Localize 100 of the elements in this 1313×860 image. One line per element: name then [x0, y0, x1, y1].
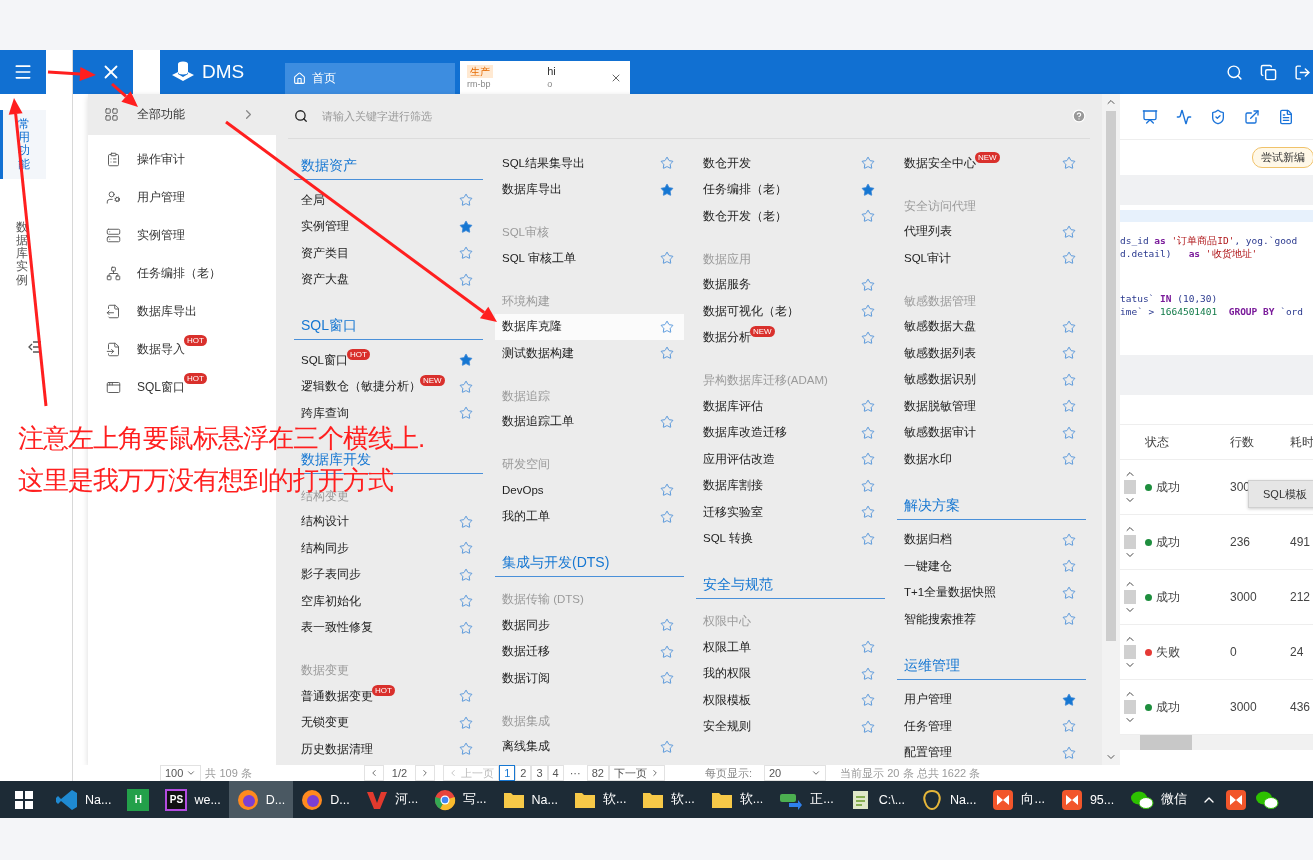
- star-icon[interactable]: [459, 353, 473, 368]
- star-icon[interactable]: [1062, 692, 1076, 707]
- star-icon[interactable]: [861, 399, 875, 414]
- menu-item[interactable]: 敏感数据列表: [897, 340, 1086, 367]
- star-icon[interactable]: [1062, 585, 1076, 600]
- page-button[interactable]: 3: [531, 765, 548, 781]
- page-size-select[interactable]: 100: [160, 765, 202, 781]
- star-icon[interactable]: [861, 531, 875, 546]
- logout-icon[interactable]: [1294, 63, 1311, 81]
- star-icon[interactable]: [861, 452, 875, 467]
- star-icon[interactable]: [861, 478, 875, 493]
- quick-item[interactable]: 数据库导出: [88, 292, 276, 330]
- page-button[interactable]: 82: [586, 765, 609, 781]
- menu-item[interactable]: 数据追踪工单: [495, 408, 684, 435]
- star-icon[interactable]: [459, 219, 473, 234]
- menu-item[interactable]: 影子表同步: [294, 561, 483, 588]
- scrollbar[interactable]: [1102, 94, 1120, 765]
- taskbar-app[interactable]: Na...: [48, 781, 120, 818]
- menu-item[interactable]: 数据水印: [897, 446, 1086, 473]
- previous-button[interactable]: [363, 765, 384, 781]
- scroll-thumb[interactable]: [1140, 735, 1192, 750]
- menu-item[interactable]: 表一致性修复: [294, 614, 483, 641]
- star-icon[interactable]: [660, 346, 674, 361]
- taskbar-app[interactable]: 软...: [565, 781, 635, 818]
- star-icon[interactable]: [459, 246, 473, 261]
- taskbar-app[interactable]: 向...: [984, 781, 1053, 818]
- menu-item[interactable]: 资产类目: [294, 240, 483, 267]
- star-icon[interactable]: [459, 742, 473, 757]
- star-icon[interactable]: [660, 156, 674, 171]
- star-icon[interactable]: [660, 414, 674, 429]
- star-icon[interactable]: [459, 514, 473, 529]
- star-icon[interactable]: [459, 272, 473, 287]
- document-icon[interactable]: [1278, 108, 1294, 125]
- menu-item[interactable]: 敏感数据审计: [897, 419, 1086, 446]
- menu-item[interactable]: 结构同步: [294, 535, 483, 562]
- menu-item[interactable]: SQL 审核工单: [495, 245, 684, 272]
- search-field[interactable]: 请输入关键字进行筛选: [320, 109, 1060, 123]
- star-icon[interactable]: [660, 644, 674, 659]
- star-icon[interactable]: [861, 304, 875, 319]
- star-icon[interactable]: [1062, 156, 1076, 171]
- menu-item[interactable]: 数据库评估: [696, 393, 885, 420]
- presentation-icon[interactable]: [1142, 108, 1158, 125]
- menu-item[interactable]: DevOps: [495, 477, 684, 504]
- star-icon[interactable]: [861, 666, 875, 681]
- menu-item[interactable]: 实例管理: [294, 213, 483, 240]
- menu-item[interactable]: 数据库改造迁移: [696, 419, 885, 446]
- star-icon[interactable]: [660, 509, 674, 524]
- quick-item[interactable]: 操作审计: [88, 140, 276, 178]
- menu-item[interactable]: 结构设计: [294, 508, 483, 535]
- star-icon[interactable]: [861, 425, 875, 440]
- taskbar-app[interactable]: D...: [293, 781, 358, 818]
- help-icon[interactable]: [1072, 109, 1086, 123]
- taskbar-app[interactable]: 95...: [1052, 781, 1123, 818]
- menu-item[interactable]: 敏感数据大盘: [897, 313, 1086, 340]
- star-icon[interactable]: [1062, 532, 1076, 547]
- menu-item[interactable]: 历史数据清理: [294, 736, 483, 763]
- menu-item[interactable]: 权限工单: [696, 634, 885, 661]
- next-button[interactable]: [415, 765, 436, 781]
- menu-item[interactable]: 数据迁移: [495, 638, 684, 665]
- star-icon[interactable]: [861, 156, 875, 171]
- star-icon[interactable]: [660, 319, 674, 334]
- star-icon[interactable]: [459, 715, 473, 730]
- star-icon[interactable]: [660, 739, 674, 754]
- star-icon[interactable]: [660, 671, 674, 686]
- menu-item[interactable]: SQL结果集导出: [495, 150, 684, 177]
- menu-item[interactable]: 迁移实验室: [696, 499, 885, 526]
- menu-item[interactable]: 任务编排（老）: [696, 176, 885, 203]
- taskbar-app[interactable]: Na...: [494, 781, 566, 818]
- search-icon[interactable]: [1226, 63, 1243, 81]
- all-features-item[interactable]: 全部功能: [88, 94, 278, 135]
- star-icon[interactable]: [459, 594, 473, 609]
- menu-item[interactable]: 数据归档: [897, 526, 1086, 553]
- star-icon[interactable]: [459, 193, 473, 208]
- menu-item[interactable]: 任务管理: [897, 713, 1086, 740]
- star-icon[interactable]: [459, 541, 473, 556]
- menu-item[interactable]: 数据库割接: [696, 472, 885, 499]
- menu-item[interactable]: 敏感数据识别: [897, 366, 1086, 393]
- star-icon[interactable]: [861, 209, 875, 224]
- menu-item[interactable]: 我的权限: [696, 660, 885, 687]
- copy-icon[interactable]: [1260, 63, 1277, 81]
- star-icon[interactable]: [660, 251, 674, 266]
- star-icon[interactable]: [459, 689, 473, 704]
- star-icon[interactable]: [1062, 251, 1076, 266]
- star-icon[interactable]: [1062, 224, 1076, 239]
- star-icon[interactable]: [459, 567, 473, 582]
- taskbar-app[interactable]: D...: [228, 781, 294, 818]
- star-icon[interactable]: [459, 620, 473, 635]
- menu-item[interactable]: 测试数据构建: [495, 340, 684, 367]
- star-icon[interactable]: [660, 182, 674, 197]
- menu-item[interactable]: 代理列表: [897, 218, 1086, 245]
- star-icon[interactable]: [1062, 745, 1076, 760]
- star-icon[interactable]: [1062, 612, 1076, 627]
- taskbar-app[interactable]: 软...: [634, 781, 703, 818]
- menu-item[interactable]: 我的工单: [495, 503, 684, 530]
- star-icon[interactable]: [1062, 719, 1076, 734]
- menu-item[interactable]: 安全规则: [696, 713, 885, 740]
- menu-item[interactable]: 数据脱敏管理: [897, 393, 1086, 420]
- star-icon[interactable]: [1062, 425, 1076, 440]
- chart-icon[interactable]: [1176, 108, 1192, 125]
- menu-item[interactable]: 数据同步: [495, 612, 684, 639]
